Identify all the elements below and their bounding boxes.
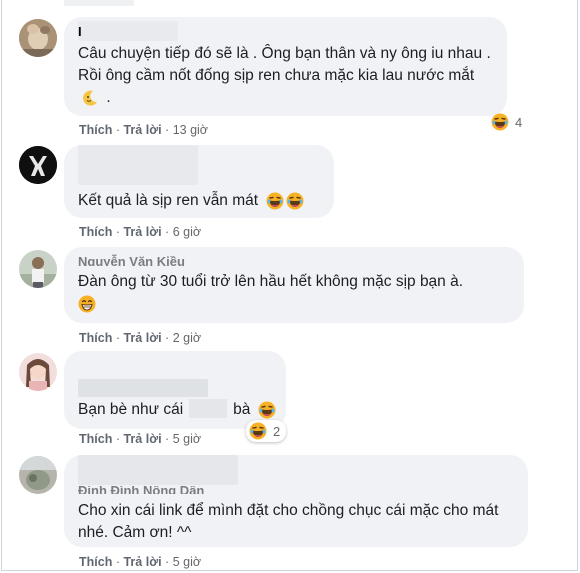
- comment-actions: Thích · Trả lời · 2 giờ: [79, 331, 201, 345]
- reply-link[interactable]: Trả lời: [123, 331, 161, 345]
- reply-link[interactable]: Trả lời: [123, 225, 161, 239]
- like-link[interactable]: Thích: [79, 331, 112, 345]
- author-name-redacted: [78, 21, 178, 41]
- comment-text: Kết quả là sịp ren vẫn mát: [78, 190, 324, 212]
- timestamp[interactable]: 2 giờ: [173, 331, 201, 345]
- reply-link[interactable]: Trả lời: [123, 123, 161, 137]
- comment-text: Đàn ông từ 30 tuổi trở lên hầu hết không…: [78, 271, 514, 315]
- comment-text-end: .: [106, 89, 111, 106]
- grinning-emoji-icon: [78, 295, 96, 313]
- comment-text: Câu chuyện tiếp đó sẽ là . Ông bạn thân …: [78, 43, 497, 109]
- reaction-summary[interactable]: 4: [491, 112, 522, 132]
- avatar[interactable]: [19, 456, 57, 494]
- like-link[interactable]: Thích: [79, 555, 112, 569]
- haha-reaction-icon: [249, 422, 267, 440]
- timestamp[interactable]: 5 giờ: [173, 555, 201, 569]
- separator: ·: [165, 432, 170, 446]
- author-name-redacted: [78, 455, 238, 485]
- like-link[interactable]: Thích: [79, 432, 112, 446]
- comment-text-body: Câu chuyện tiếp đó sẽ là . Ông bạn thân …: [78, 45, 491, 84]
- comment-text: Bạn bè như cái bà: [78, 399, 276, 421]
- timestamp[interactable]: 6 giờ: [173, 225, 201, 239]
- reaction-count: 2: [273, 423, 281, 439]
- haha-reaction-icon: [491, 113, 509, 131]
- comment-text-before: Bạn bè như cái: [78, 401, 184, 418]
- separator: ·: [165, 331, 170, 345]
- comment-text: Cho xin cái link để mình đặt cho chồng c…: [78, 500, 518, 544]
- avatar-photo-icon: [19, 250, 57, 288]
- comment-text-body: Đàn ông từ 30 tuổi trở lên hầu hết không…: [78, 273, 464, 290]
- comment-bubble: Nguyễn Văn Kiều Đàn ông từ 30 tuổi trở l…: [64, 247, 524, 323]
- comment-bubble: Đinh Đình Nông Dân Cho xin cái link để m…: [64, 455, 528, 547]
- sleepy-moon-emoji-icon: [81, 89, 99, 107]
- comment-text-after: bà: [233, 401, 251, 418]
- comment-bubble: Kết quả là sịp ren vẫn mát: [64, 145, 334, 218]
- laughing-tears-emoji-icon: [258, 401, 276, 419]
- separator: ·: [115, 555, 120, 569]
- comment-bubble: I Câu chuyện tiếp đó sẽ là . Ông bạn thâ…: [64, 17, 507, 116]
- separator: ·: [115, 123, 120, 137]
- author-name[interactable]: Đinh Đình Nông Dân: [78, 486, 204, 494]
- comment-bubble: Bạn bè như cái bà: [64, 351, 286, 429]
- author-name[interactable]: Nguyễn Văn Kiều: [78, 254, 185, 266]
- separator: ·: [115, 331, 120, 345]
- avatar-photo-icon: [19, 353, 57, 391]
- separator: ·: [115, 225, 120, 239]
- avatar[interactable]: [19, 250, 57, 288]
- like-link[interactable]: Thích: [79, 123, 112, 137]
- comment-text-body: Cho xin cái link để mình đặt cho chồng c…: [78, 502, 499, 541]
- separator: ·: [115, 432, 120, 446]
- author-name-redacted: [78, 379, 208, 397]
- reaction-count: 4: [515, 114, 523, 130]
- reply-link[interactable]: Trả lời: [123, 555, 161, 569]
- separator: ·: [165, 555, 170, 569]
- avatar-photo-icon: [19, 456, 57, 494]
- redacted-word: [189, 399, 228, 418]
- reaction-summary[interactable]: 2: [246, 420, 287, 442]
- avatar[interactable]: [19, 146, 57, 184]
- avatar[interactable]: [19, 19, 57, 57]
- avatar-photo-icon: [19, 19, 57, 57]
- comment-actions: Thích · Trả lời · 5 giờ: [79, 555, 201, 569]
- timestamp[interactable]: 13 giờ: [173, 123, 208, 137]
- avatar[interactable]: [19, 353, 57, 391]
- like-link[interactable]: Thích: [79, 225, 112, 239]
- author-name[interactable]: I: [78, 24, 82, 39]
- author-name-redacted: [78, 145, 198, 185]
- avatar-photo-icon: [19, 146, 57, 184]
- comment-actions: Thích · Trả lời · 5 giờ: [79, 432, 201, 446]
- comment-actions: Thích · Trả lời · 6 giờ: [79, 225, 201, 239]
- laughing-tears-emoji-icon: [266, 192, 284, 210]
- previous-comment-meta-fragment: [64, 0, 134, 6]
- laughing-tears-emoji-icon: [286, 192, 304, 210]
- reply-link[interactable]: Trả lời: [123, 432, 161, 446]
- timestamp[interactable]: 5 giờ: [173, 432, 201, 446]
- separator: ·: [165, 225, 170, 239]
- separator: ·: [165, 123, 170, 137]
- comment-text-body: Kết quả là sịp ren vẫn mát: [78, 192, 259, 209]
- comment-actions: Thích · Trả lời · 13 giờ: [79, 123, 208, 137]
